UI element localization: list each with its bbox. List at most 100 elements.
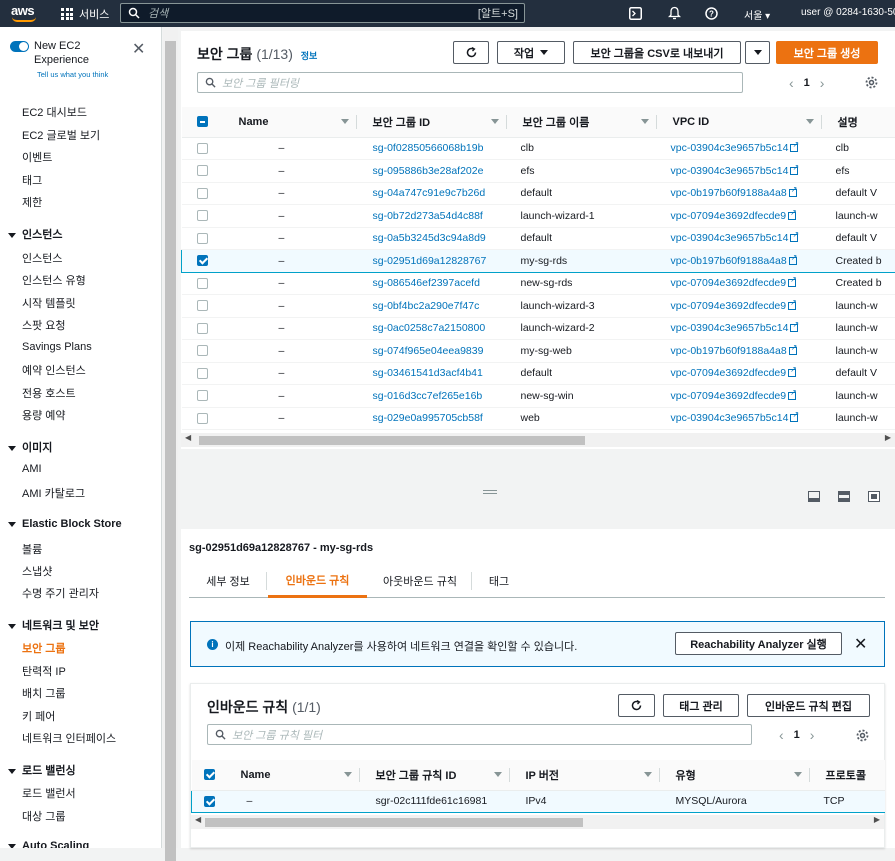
vpc-id-link[interactable]: vpc-07094e3692dfecde9 (671, 367, 787, 379)
sidebar-item-volumes[interactable]: 볼륨 (22, 541, 42, 557)
scroll-right-icon[interactable]: ▶ (874, 815, 880, 824)
column-header-vpc-id[interactable]: VPC ID (657, 107, 822, 137)
row-checkbox[interactable] (197, 413, 208, 424)
panel-bottom-icon[interactable] (808, 491, 820, 502)
region-selector[interactable]: 서울 ▾ (744, 7, 770, 22)
sidebar-item-lifecycle-manager[interactable]: 수명 주기 관리자 (22, 585, 99, 601)
sg-id-link[interactable]: sg-074f965e04eea9839 (357, 340, 507, 363)
row-checkbox[interactable] (197, 143, 208, 154)
sidebar-item-network-interfaces[interactable]: 네트워크 인터페이스 (22, 730, 116, 746)
table-row[interactable]: –sg-0f02850566068b19bclbvpc-03904c3e9657… (182, 137, 895, 160)
row-checkbox[interactable] (197, 188, 208, 199)
sidebar-item-placement-groups[interactable]: 배치 그룹 (22, 685, 66, 701)
scroll-left-icon[interactable]: ◀ (195, 815, 201, 824)
table-row[interactable]: –sg-086546ef2397acefdnew-sg-rdsvpc-07094… (182, 272, 895, 295)
sg-id-link[interactable]: sg-02951d69a12828767 (357, 250, 507, 273)
current-page[interactable]: 1 (794, 729, 800, 741)
tab-outbound-rules[interactable]: 아웃바운드 규칙 (368, 564, 472, 598)
checkbox[interactable] (197, 116, 208, 127)
sidebar-item-target-groups[interactable]: 대상 그룹 (22, 808, 66, 824)
cloudshell-icon[interactable] (629, 7, 642, 20)
sidebar-item-load-balancers[interactable]: 로드 밸런서 (22, 785, 76, 801)
column-header-name[interactable]: Name (225, 760, 360, 790)
sidebar-section-auto-scaling[interactable]: Auto Scaling (8, 840, 89, 848)
export-dropdown[interactable] (745, 41, 770, 64)
table-row[interactable]: – sgr-02c111fde61c16981 IPv4 MYSQL/Auror… (192, 790, 885, 812)
sidebar-item-tags[interactable]: 태그 (22, 172, 42, 188)
table-row[interactable]: –sg-04a747c91e9c7b26ddefaultvpc-0b197b60… (182, 182, 895, 205)
row-checkbox[interactable] (197, 345, 208, 356)
sidebar-item-spot-requests[interactable]: 스팟 요청 (22, 317, 66, 333)
table-row[interactable]: –sg-0a5b3245d3c94a8d9defaultvpc-03904c3e… (182, 227, 895, 250)
manage-tags-button[interactable]: 태그 관리 (663, 694, 739, 717)
row-checkbox[interactable] (197, 210, 208, 221)
sidebar-item-dedicated-hosts[interactable]: 전용 호스트 (22, 385, 76, 401)
sidebar-item-snapshots[interactable]: 스냅샷 (22, 563, 52, 579)
vpc-id-link[interactable]: vpc-0b197b60f9188a4a8 (671, 255, 787, 267)
actions-dropdown[interactable]: 작업 (497, 41, 565, 64)
sidebar-item-key-pairs[interactable]: 키 페어 (22, 708, 55, 724)
sidebar-scrollbar[interactable] (163, 27, 178, 848)
info-link[interactable]: 정보 (301, 51, 318, 61)
services-menu-button[interactable]: 서비스 (61, 6, 109, 22)
split-panel-divider[interactable] (181, 503, 895, 529)
scrollbar-thumb[interactable] (165, 41, 176, 861)
vpc-id-link[interactable]: vpc-03904c3e9657b5c14 (671, 142, 789, 154)
sg-id-link[interactable]: sg-0a5b3245d3c94a8d9 (357, 227, 507, 250)
row-checkbox[interactable] (197, 390, 208, 401)
vpc-id-link[interactable]: vpc-07094e3692dfecde9 (671, 300, 787, 312)
vpc-id-link[interactable]: vpc-03904c3e9657b5c14 (671, 322, 789, 334)
sidebar-section-instances[interactable]: 인스턴스 (8, 226, 62, 242)
sg-id-link[interactable]: sg-04a747c91e9c7b26d (357, 182, 507, 205)
column-header-description[interactable]: 설명 (822, 107, 895, 137)
vpc-id-link[interactable]: vpc-03904c3e9657b5c14 (671, 165, 789, 177)
drag-handle-icon[interactable] (483, 490, 497, 491)
refresh-button[interactable] (453, 41, 489, 64)
settings-gear-icon[interactable] (865, 76, 878, 89)
aws-logo[interactable]: aws (10, 3, 38, 23)
sg-id-link[interactable]: sg-095886b3e28af202e (357, 160, 507, 183)
feedback-link[interactable]: Tell us what you think (37, 70, 108, 79)
sidebar-item-savings-plans[interactable]: Savings Plans (22, 341, 92, 353)
current-page[interactable]: 1 (804, 77, 810, 89)
sidebar-item-events[interactable]: 이벤트 (22, 149, 52, 165)
vpc-id-link[interactable]: vpc-03904c3e9657b5c14 (671, 412, 789, 424)
close-icon[interactable]: ✕ (854, 634, 867, 654)
vpc-id-link[interactable]: vpc-07094e3692dfecde9 (671, 390, 787, 402)
vpc-id-link[interactable]: vpc-07094e3692dfecde9 (671, 277, 787, 289)
settings-gear-icon[interactable] (856, 729, 869, 742)
sidebar-section-network-security[interactable]: 네트워크 및 보안 (8, 617, 99, 633)
sg-id-link[interactable]: sg-0b72d273a54d4c88f (357, 205, 507, 228)
edit-inbound-rules-button[interactable]: 인바운드 규칙 편집 (747, 694, 870, 717)
column-header-ip-version[interactable]: IP 버전 (510, 760, 660, 790)
select-all-checkbox[interactable] (182, 107, 223, 137)
sidebar-item-dashboard[interactable]: EC2 대시보드 (22, 104, 87, 120)
column-header-sg-name[interactable]: 보안 그룹 이름 (507, 107, 657, 137)
table-row[interactable]: –sg-074f965e04eea9839my-sg-webvpc-0b197b… (182, 340, 895, 363)
create-security-group-button[interactable]: 보안 그룹 생성 (776, 41, 878, 64)
scroll-right-icon[interactable]: ▶ (885, 433, 891, 442)
export-csv-button[interactable]: 보안 그룹을 CSV로 내보내기 (573, 41, 741, 64)
column-header-protocol[interactable]: 프로토콜 (810, 760, 885, 790)
security-group-filter-input[interactable]: 보안 그룹 필터링 (197, 72, 743, 93)
refresh-button[interactable] (618, 694, 655, 717)
table-row[interactable]: –sg-0b72d273a54d4c88flaunch-wizard-1vpc-… (182, 205, 895, 228)
vpc-id-link[interactable]: vpc-0b197b60f9188a4a8 (671, 187, 787, 199)
row-checkbox[interactable] (197, 233, 208, 244)
column-header-sg-id[interactable]: 보안 그룹 ID (357, 107, 507, 137)
sidebar-item-global-view[interactable]: EC2 글로벌 보기 (22, 127, 100, 143)
sg-id-link[interactable]: sg-086546ef2397acefd (357, 272, 507, 295)
account-menu[interactable]: user @ 0284-1630-504 (801, 7, 895, 18)
row-checkbox[interactable] (197, 278, 208, 289)
table-row[interactable]: –sg-0ac0258c7a2150800launch-wizard-2vpc-… (182, 317, 895, 340)
row-checkbox[interactable] (197, 323, 208, 334)
row-checkbox[interactable] (197, 300, 208, 311)
rules-horizontal-scrollbar[interactable]: ◀ ▶ (191, 815, 884, 829)
table-row[interactable]: –sg-095886b3e28af202eefsvpc-03904c3e9657… (182, 160, 895, 183)
vpc-id-link[interactable]: vpc-03904c3e9657b5c14 (671, 232, 789, 244)
run-reachability-analyzer-button[interactable]: Reachability Analyzer 실행 (675, 632, 842, 655)
row-checkbox[interactable] (197, 255, 208, 266)
next-page-icon[interactable]: › (820, 75, 825, 91)
row-checkbox[interactable] (204, 796, 215, 807)
scrollbar-thumb[interactable] (205, 818, 583, 827)
